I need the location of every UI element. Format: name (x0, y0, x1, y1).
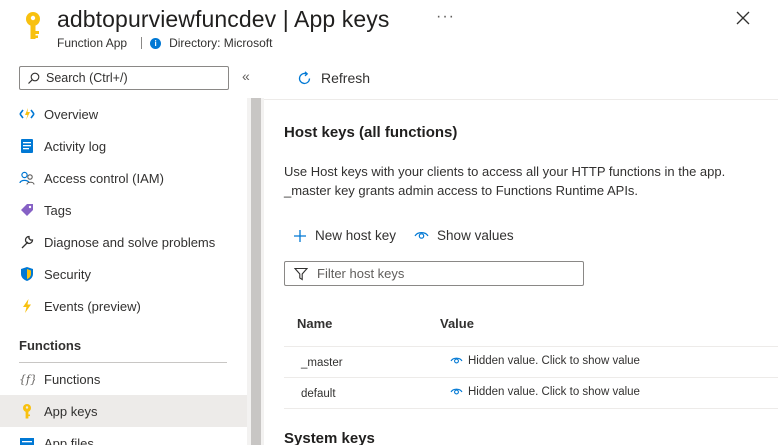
column-header-name[interactable]: Name (297, 316, 332, 331)
lightning-icon (19, 298, 35, 314)
sidebar-item-label: Functions (44, 371, 101, 387)
key-name: default (301, 388, 336, 400)
system-keys-heading: System keys (284, 430, 375, 445)
description-line: _master key grants admin access to Funct… (284, 183, 639, 198)
sidebar-item-access-control[interactable]: Access control (IAM) (0, 162, 247, 194)
hidden-value-link[interactable]: Hidden value. Click to show value (450, 386, 640, 398)
show-values-button[interactable]: Show values (414, 228, 514, 243)
sidebar-item-app-keys[interactable]: App keys (0, 395, 247, 427)
sidebar-item-label: App files (44, 435, 94, 445)
key-name: _master (301, 357, 343, 369)
close-icon[interactable] (733, 8, 753, 28)
sidebar-item-label: Overview (44, 106, 99, 122)
activity-log-icon (19, 138, 35, 154)
resource-type: Function App (57, 36, 128, 50)
sidebar-item-label: Security (44, 266, 91, 282)
function-braces-icon: {f} (19, 371, 35, 387)
refresh-button[interactable]: Refresh (297, 70, 370, 86)
tag-icon (19, 202, 35, 218)
host-keys-description: Use Host keys with your clients to acces… (284, 162, 764, 200)
directory-label: Directory: Microsoft (169, 36, 273, 50)
filter-host-keys-input[interactable]: Filter host keys (284, 261, 584, 286)
host-keys-heading: Host keys (all functions) (284, 124, 458, 141)
key-icon (19, 403, 35, 419)
sidebar-item-label: Diagnose and solve problems (44, 234, 216, 250)
function-app-icon (19, 106, 35, 122)
hidden-value-text: Hidden value. Click to show value (468, 386, 640, 398)
filter-placeholder: Filter host keys (317, 266, 405, 281)
sidebar-item-tags[interactable]: Tags (0, 194, 247, 226)
sidebar-search-input[interactable]: Search (Ctrl+/) (19, 66, 229, 90)
filter-icon (294, 267, 308, 280)
sidebar-item-app-files[interactable]: App files (0, 427, 247, 445)
hidden-value-link[interactable]: Hidden value. Click to show value (450, 355, 640, 367)
info-icon: i (150, 37, 162, 49)
search-icon (28, 72, 40, 84)
plus-icon (294, 229, 306, 242)
refresh-label: Refresh (321, 70, 371, 86)
page-title: adbtopurviewfuncdev | App keys (57, 6, 390, 32)
shield-icon (19, 266, 35, 282)
sidebar-nav-functions: {f} Functions App keys App files (0, 363, 247, 445)
eye-icon (450, 357, 463, 364)
subtitle-line: Function App i Directory: Microsoft (57, 36, 272, 50)
sidebar-item-events[interactable]: Events (preview) (0, 290, 247, 322)
sidebar-nav: Overview Activity log Access control (IA… (0, 98, 247, 322)
sidebar-item-diagnose[interactable]: Diagnose and solve problems (0, 226, 247, 258)
refresh-icon (298, 70, 311, 84)
table-row[interactable]: default Hidden value. Click to show valu… (284, 377, 778, 409)
sidebar-item-label: Access control (IAM) (44, 170, 164, 186)
new-host-key-button[interactable]: New host key (293, 228, 396, 243)
collapse-sidebar-button[interactable]: « (242, 68, 250, 84)
sidebar-scrollbar-thumb[interactable] (251, 98, 261, 445)
wrench-icon (19, 234, 35, 250)
host-keys-toolbar: New host key Show values (293, 228, 532, 243)
sidebar-section-functions: Functions (19, 338, 82, 353)
divider (141, 37, 143, 49)
table-row[interactable]: _master Hidden value. Click to show valu… (284, 346, 778, 378)
sidebar-item-overview[interactable]: Overview (0, 98, 247, 130)
sidebar-item-functions[interactable]: {f} Functions (0, 363, 247, 395)
sidebar-item-label: Tags (44, 202, 72, 218)
key-icon (26, 12, 40, 39)
svg-text:{f}: {f} (19, 373, 35, 386)
hidden-value-text: Hidden value. Click to show value (468, 355, 640, 367)
show-values-label: Show values (437, 228, 514, 243)
new-host-key-label: New host key (315, 228, 397, 243)
description-line: Use Host keys with your clients to acces… (284, 164, 726, 179)
search-placeholder: Search (Ctrl+/) (46, 71, 128, 85)
sidebar-item-label: App keys (44, 403, 98, 419)
sidebar-item-label: Activity log (44, 138, 107, 154)
sidebar-item-label: Events (preview) (44, 298, 141, 314)
eye-icon (414, 231, 429, 239)
more-options-button[interactable]: ··· (436, 8, 455, 26)
people-icon (19, 170, 35, 186)
column-header-value[interactable]: Value (440, 316, 474, 331)
sidebar-item-activity-log[interactable]: Activity log (0, 130, 247, 162)
sidebar-item-security[interactable]: Security (0, 258, 247, 290)
app-files-icon (19, 435, 35, 445)
eye-icon (450, 388, 463, 395)
